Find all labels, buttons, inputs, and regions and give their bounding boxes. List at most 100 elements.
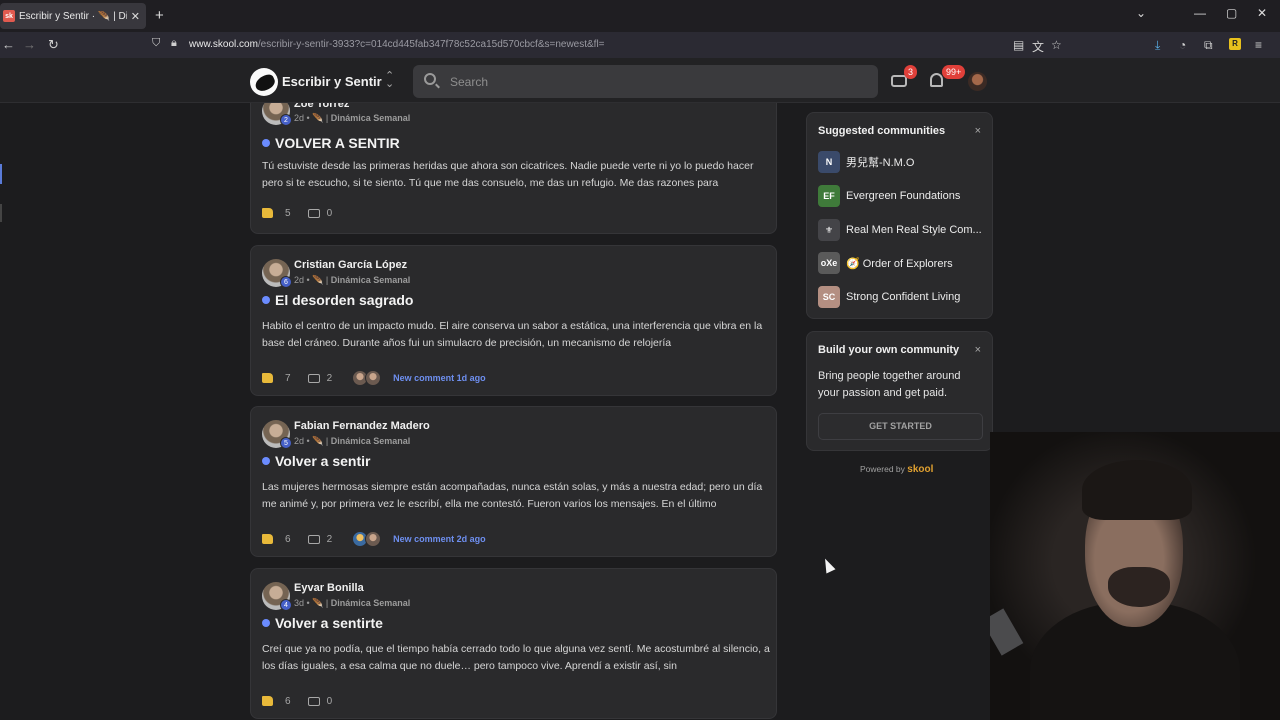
search-bar[interactable]: [413, 65, 878, 98]
address-bar[interactable]: www.skool.com/escribir-y-sentir-3933?c=0…: [189, 39, 605, 50]
unread-dot: [262, 619, 270, 627]
unread-dot: [262, 457, 270, 465]
like-icon[interactable]: [262, 696, 273, 706]
community-name[interactable]: Escribir y Sentir: [282, 74, 382, 89]
post-title[interactable]: Volver a sentir: [262, 453, 370, 469]
post-card[interactable]: 5 Fabian Fernandez Madero 2d • 🪶 | Dinám…: [250, 406, 777, 557]
browser-tabbar: sk Escribir y Sentir · 🪶 | Dinámica ✕ + …: [0, 0, 1280, 32]
comment-icon[interactable]: [307, 696, 320, 706]
extensions-puzzle-icon[interactable]: ⧉: [1204, 38, 1213, 53]
post-card[interactable]: 2 Zoe Torrez 2d • 🪶 | Dinámica Semanal V…: [250, 94, 777, 234]
new-comment-link[interactable]: New comment 2d ago: [393, 534, 486, 544]
post-title[interactable]: Volver a sentirte: [262, 615, 383, 631]
comment-icon[interactable]: [307, 208, 320, 218]
category-label[interactable]: Dinámica Semanal: [331, 598, 411, 608]
like-icon[interactable]: [262, 534, 273, 544]
shield-icon[interactable]: ⛉: [152, 37, 160, 50]
post-footer: 7 2 New comment 1d ago: [262, 370, 486, 386]
post-footer: 6 2 New comment 2d ago: [262, 531, 486, 547]
suggested-community-item[interactable]: EF Evergreen Foundations: [818, 185, 960, 207]
comment-count: 0: [326, 695, 333, 707]
tab-title: Escribir y Sentir · 🪶 | Dinámica: [19, 10, 127, 22]
extension-r-icon[interactable]: R: [1229, 38, 1241, 50]
commenter-avatar[interactable]: [365, 531, 382, 547]
tab-close-icon[interactable]: ✕: [131, 10, 140, 23]
notification-badge: 99+: [942, 65, 966, 79]
post-body[interactable]: Creí que ya no podía, que el tiempo habí…: [262, 641, 772, 675]
new-tab-icon[interactable]: +: [155, 7, 164, 24]
like-count: 6: [285, 533, 291, 545]
extension-clock-icon[interactable]: ◔: [1179, 38, 1186, 52]
community-logo[interactable]: [250, 68, 278, 96]
microphone: [990, 608, 1024, 656]
minimize-icon[interactable]: —: [1194, 6, 1206, 20]
comment-count: 2: [326, 372, 333, 384]
suggested-community-item[interactable]: N 男兒幫-N.M.O: [818, 151, 914, 173]
user-avatar[interactable]: [968, 72, 987, 91]
browser-tab[interactable]: sk Escribir y Sentir · 🪶 | Dinámica ✕: [0, 3, 146, 29]
search-input[interactable]: [450, 65, 870, 98]
close-window-icon[interactable]: ✕: [1257, 6, 1267, 20]
commenter-avatar[interactable]: [365, 370, 382, 386]
chat-icon[interactable]: [891, 75, 907, 87]
reload-icon[interactable]: ↻: [48, 37, 59, 53]
scroll-marker: [0, 204, 2, 222]
post-body[interactable]: Las mujeres hermosas siempre están acomp…: [262, 479, 772, 513]
level-badge: 4: [280, 599, 292, 611]
post-meta: 2d • 🪶 | Dinámica Semanal: [294, 113, 411, 123]
translate-icon[interactable]: 文: [1032, 38, 1044, 55]
community-thumb: N: [818, 151, 840, 173]
post-title[interactable]: El desorden sagrado: [262, 292, 413, 308]
suggested-community-item[interactable]: SC Strong Confident Living: [818, 286, 960, 308]
person-hair: [1082, 460, 1192, 520]
mouse-cursor-icon: [820, 556, 836, 574]
comment-icon[interactable]: [307, 373, 320, 383]
category-label[interactable]: Dinámica Semanal: [331, 113, 411, 123]
community-thumb: EF: [818, 185, 840, 207]
reader-view-icon[interactable]: ▤: [1013, 38, 1024, 52]
post-body[interactable]: Habito el centro de un impacto mudo. El …: [262, 318, 772, 352]
author-name[interactable]: Cristian García López: [294, 259, 407, 271]
like-icon[interactable]: [262, 208, 273, 218]
tab-list-chevron-icon[interactable]: ⌄: [1136, 6, 1146, 20]
bell-icon[interactable]: [930, 73, 943, 87]
comment-count: 2: [326, 533, 333, 545]
webcam-overlay: [990, 432, 1280, 720]
maximize-icon[interactable]: ▢: [1226, 6, 1237, 20]
like-count: 6: [285, 695, 291, 707]
close-icon[interactable]: ×: [975, 125, 981, 137]
post-body[interactable]: Tú estuviste desde las primeras heridas …: [262, 158, 772, 192]
new-comment-link[interactable]: New comment 1d ago: [393, 373, 486, 383]
post-meta: 2d • 🪶 | Dinámica Semanal: [294, 436, 411, 446]
download-icon[interactable]: ⤓: [1155, 38, 1160, 53]
scroll-marker: [0, 164, 2, 184]
comment-count: 0: [326, 207, 333, 219]
back-icon[interactable]: ←: [2, 37, 15, 52]
powered-by[interactable]: Powered by skool: [860, 464, 933, 475]
category-label[interactable]: Dinámica Semanal: [331, 275, 411, 285]
get-started-button[interactable]: GET STARTED: [818, 413, 983, 440]
category-label[interactable]: Dinámica Semanal: [331, 436, 411, 446]
unread-dot: [262, 296, 270, 304]
community-header: Escribir y Sentir ⌃⌄ 3 99+: [0, 58, 1280, 103]
skool-favicon-icon: sk: [3, 10, 15, 22]
close-icon[interactable]: ×: [975, 344, 981, 356]
post-footer: 6 0: [262, 693, 332, 709]
menu-icon[interactable]: ≡: [1255, 38, 1262, 52]
community-switcher-icon[interactable]: ⌃ ⌄: [385, 71, 394, 90]
search-icon: [424, 73, 436, 85]
community-thumb: SC: [818, 286, 840, 308]
suggested-community-item[interactable]: ⚜ Real Men Real Style Com...: [818, 219, 982, 241]
suggested-community-item[interactable]: oXe 🧭 Order of Explorers: [818, 252, 953, 274]
comment-icon[interactable]: [307, 534, 320, 544]
chat-badge: 3: [904, 65, 918, 79]
author-name[interactable]: Eyvar Bonilla: [294, 582, 364, 594]
bookmark-star-icon[interactable]: ☆: [1051, 38, 1062, 52]
post-card[interactable]: 6 Cristian García López 2d • 🪶 | Dinámic…: [250, 245, 777, 396]
lock-icon[interactable]: 🔒︎: [171, 37, 177, 50]
post-title[interactable]: VOLVER A SENTIR: [262, 135, 400, 151]
like-icon[interactable]: [262, 373, 273, 383]
post-card[interactable]: 4 Eyvar Bonilla 3d • 🪶 | Dinámica Semana…: [250, 568, 777, 719]
author-name[interactable]: Fabian Fernandez Madero: [294, 420, 430, 432]
forward-icon[interactable]: →: [23, 37, 36, 52]
